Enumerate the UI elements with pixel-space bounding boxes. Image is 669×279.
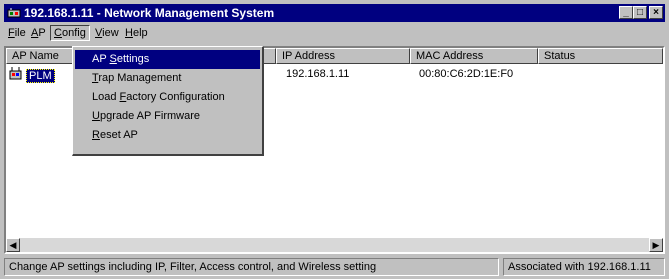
menu-bar: File AP Config View Help bbox=[4, 24, 665, 44]
scroll-right-icon[interactable]: ▶ bbox=[649, 238, 663, 252]
column-header-mac-address[interactable]: MAC Address bbox=[410, 48, 538, 64]
horizontal-scrollbar[interactable]: ◀ ▶ bbox=[6, 238, 663, 252]
scroll-left-icon[interactable]: ◀ bbox=[6, 238, 20, 252]
maximize-button[interactable]: □ bbox=[633, 6, 647, 19]
ap-device-icon bbox=[8, 67, 24, 84]
association-status: Associated with 192.168.1.11 bbox=[503, 258, 665, 276]
menu-ap[interactable]: AP bbox=[31, 27, 46, 39]
menu-item-upgrade-ap-firmware[interactable]: Upgrade AP Firmware bbox=[75, 107, 260, 126]
column-header-status[interactable]: Status bbox=[538, 48, 663, 64]
minimize-button[interactable]: _ bbox=[619, 6, 633, 19]
menu-config[interactable]: Config bbox=[50, 25, 90, 41]
config-dropdown-menu: AP Settings Trap Management Load Factory… bbox=[72, 46, 264, 156]
menu-item-trap-management[interactable]: Trap Management bbox=[75, 69, 260, 88]
window-title: 192.168.1.11 - Network Management System bbox=[24, 6, 275, 20]
column-header-ip-address[interactable]: IP Address bbox=[276, 48, 410, 64]
ap-name-cell[interactable]: PLM bbox=[26, 68, 55, 83]
mac-address-cell: 00:80:C6:2D:1E:F0 bbox=[419, 68, 514, 80]
menu-view[interactable]: View bbox=[95, 27, 119, 39]
title-bar[interactable]: 192.168.1.11 - Network Management System… bbox=[4, 4, 665, 22]
menu-help[interactable]: Help bbox=[125, 27, 148, 39]
close-button[interactable]: × bbox=[649, 6, 663, 19]
menu-item-ap-settings[interactable]: AP Settings bbox=[75, 50, 260, 69]
status-message: Change AP settings including IP, Filter,… bbox=[4, 258, 499, 276]
ip-address-cell: 192.168.1.11 bbox=[286, 68, 350, 80]
menu-file[interactable]: File bbox=[8, 27, 26, 39]
status-bar: Change AP settings including IP, Filter,… bbox=[4, 258, 665, 276]
menu-item-load-factory-configuration[interactable]: Load Factory Configuration bbox=[75, 88, 260, 107]
menu-item-reset-ap[interactable]: Reset AP bbox=[75, 126, 260, 145]
network-app-icon bbox=[7, 7, 21, 19]
